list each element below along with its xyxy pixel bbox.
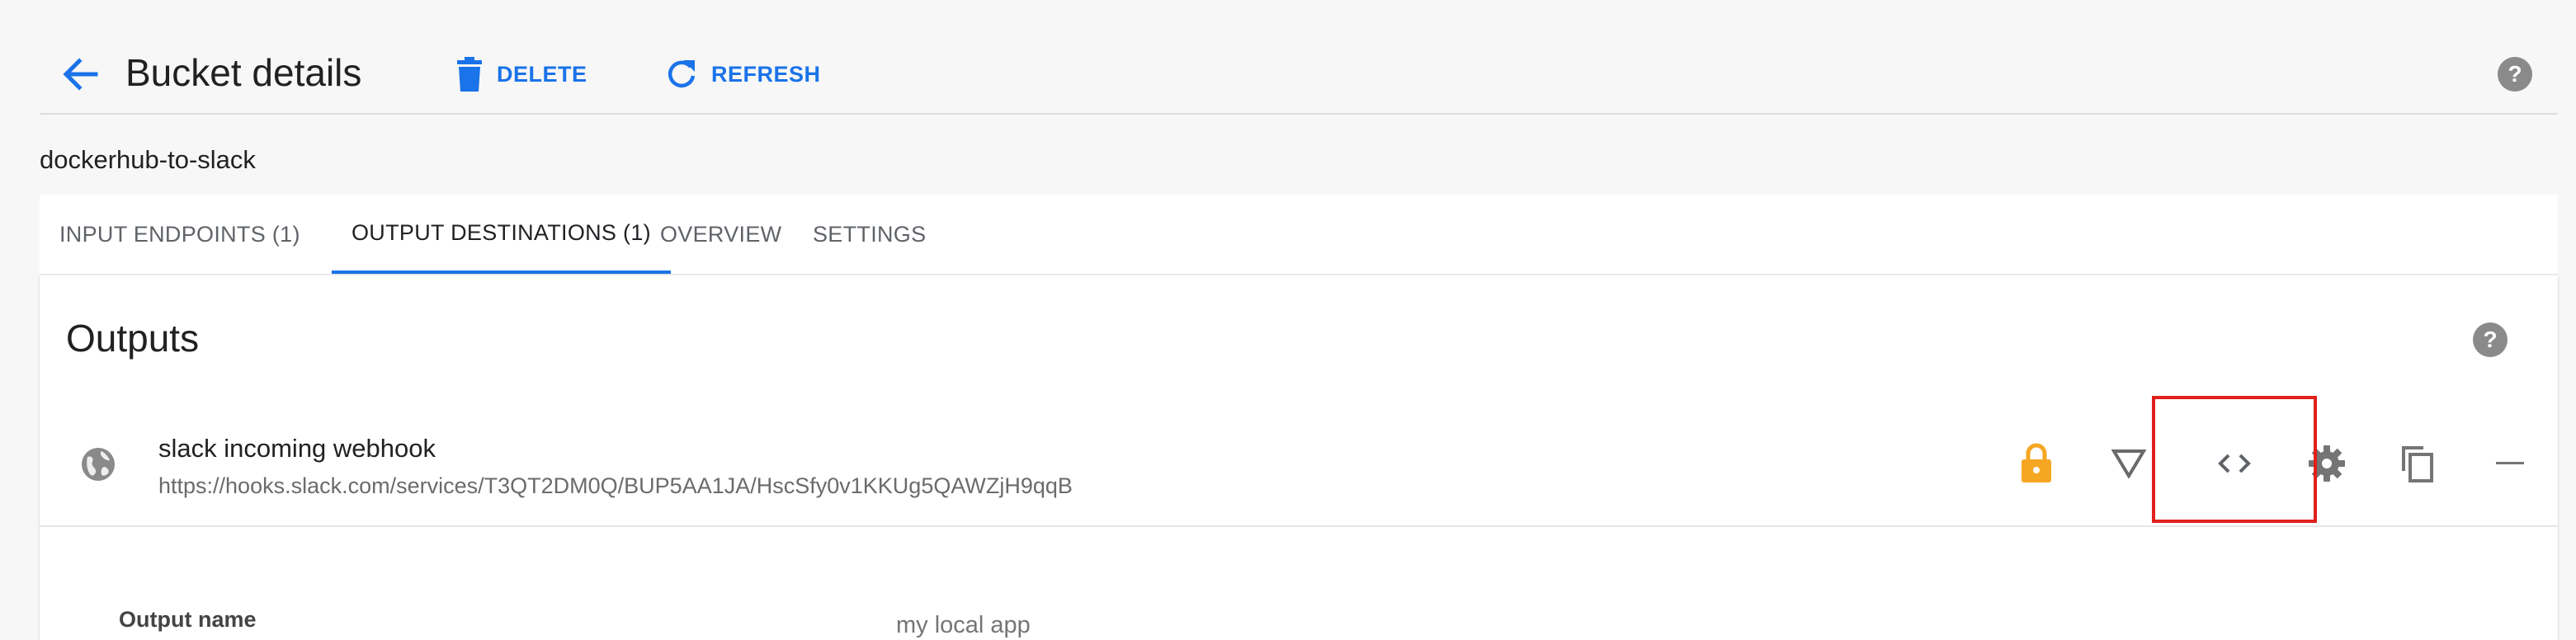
header-divider [40,113,2558,115]
copy-icon[interactable] [2393,437,2442,490]
help-circle-icon: ? [2498,57,2532,92]
outputs-help-button[interactable]: ? [2470,320,2510,360]
output-name: slack incoming webhook [158,434,436,463]
lock-icon[interactable] [2012,437,2061,490]
globe-icon [79,445,117,483]
tab-input-endpoints[interactable]: INPUT ENDPOINTS (1) [59,195,300,274]
tab-bar: INPUT ENDPOINTS (1) OUTPUT DESTINATIONS … [40,195,2558,275]
refresh-button[interactable]: REFRESH [665,53,821,96]
help-circle-icon: ? [2473,322,2508,357]
arrow-left-icon [63,58,98,91]
refresh-icon [668,60,696,88]
back-button[interactable] [58,51,107,97]
output-name-label: Output name [119,607,257,632]
delete-button[interactable]: DELETE [455,53,587,96]
svg-text:?: ? [2483,327,2497,352]
svg-text:?: ? [2508,61,2522,87]
filter-triangle-icon[interactable] [2104,437,2154,490]
refresh-label: REFRESH [711,61,821,87]
row-divider [40,525,2558,527]
outputs-title: Outputs [66,317,200,360]
tab-settings[interactable]: SETTINGS [813,195,926,274]
help-button[interactable]: ? [2495,54,2535,94]
output-url: https://hooks.slack.com/services/T3QT2DM… [158,473,1073,498]
tab-output-destinations[interactable]: OUTPUT DESTINATIONS (1) [332,195,671,274]
tab-overview[interactable]: OVERVIEW [660,195,781,274]
page-title: Bucket details [125,51,362,94]
output-name-field[interactable] [896,610,1391,640]
bucket-name: dockerhub-to-slack [40,145,256,174]
highlight-box [2152,396,2317,523]
delete-label: DELETE [497,61,587,87]
trash-icon [457,57,482,92]
minus-icon[interactable] [2485,437,2535,490]
